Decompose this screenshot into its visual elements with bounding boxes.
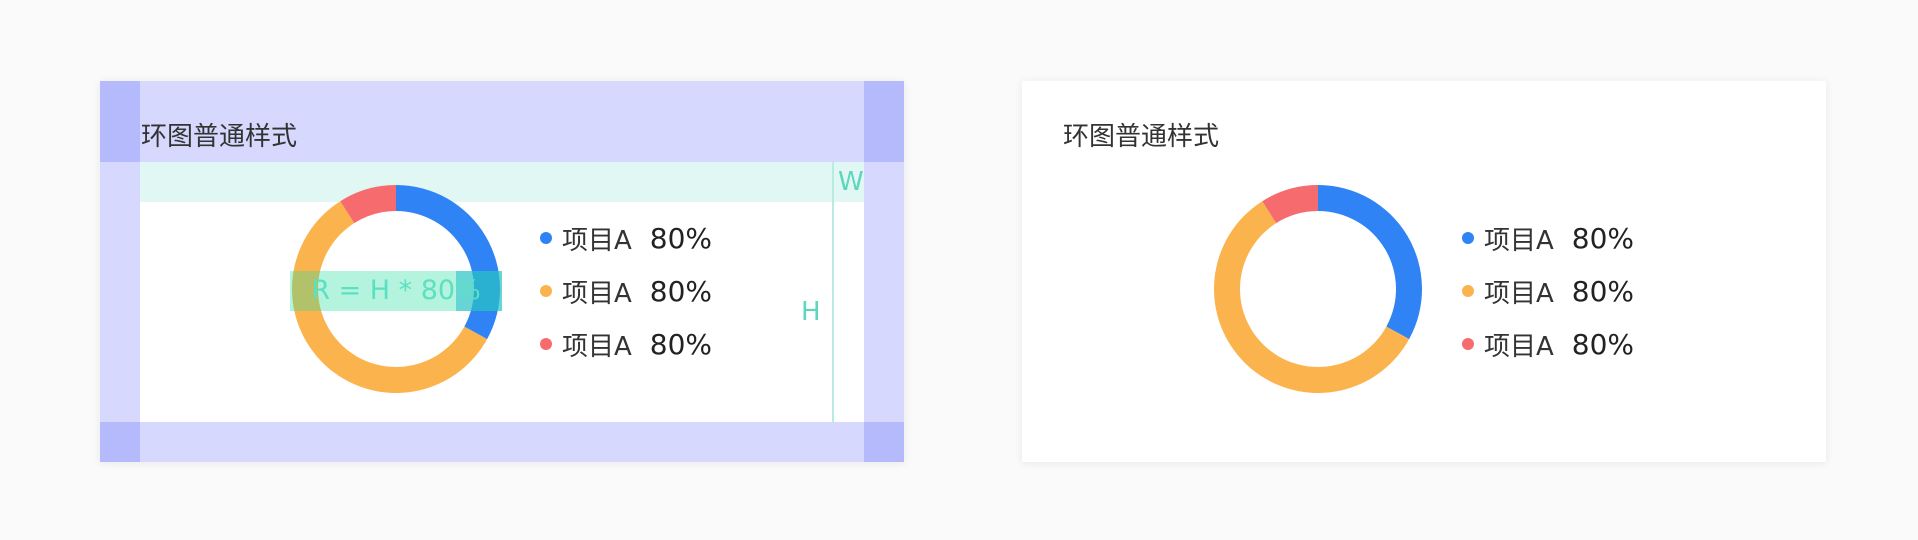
legend-item: 项目A 80%	[1462, 274, 1635, 309]
left-padding-zone	[100, 162, 140, 422]
height-annotation: H	[801, 297, 821, 327]
corner-zone	[864, 81, 904, 162]
legend-item: 项目A 80%	[1462, 221, 1635, 256]
corner-zone	[864, 422, 904, 462]
chart-title: 环图普通样式	[1063, 122, 1220, 152]
legend-label: 项目A	[562, 331, 632, 362]
legend-value: 80%	[649, 274, 713, 308]
title-gap-zone	[140, 162, 864, 202]
radius-formula-label: R = H * 80%	[290, 271, 502, 311]
width-annotation: W	[838, 167, 864, 197]
legend-value: 80%	[1571, 221, 1635, 255]
corner-zone	[100, 422, 140, 462]
legend-label: 项目A	[1484, 331, 1554, 362]
legend-dot-icon	[540, 285, 552, 297]
legend-value: 80%	[1571, 327, 1635, 361]
legend-item: 项目A 80%	[540, 327, 713, 362]
annotated-donut-card: W H 环图普通样式 R = H * 80% 项目A 80% 项目A 80% 项…	[100, 81, 904, 462]
legend-dot-icon	[1462, 285, 1474, 297]
donut-card: 环图普通样式 项目A 80% 项目A 80% 项目A 80%	[1022, 81, 1826, 462]
legend-dot-icon	[1462, 338, 1474, 350]
legend-label: 项目A	[1484, 278, 1554, 309]
bottom-padding-zone	[100, 422, 904, 462]
donut-chart	[1214, 185, 1422, 393]
legend-dot-icon	[540, 232, 552, 244]
legend-item: 项目A 80%	[540, 274, 713, 309]
legend-dot-icon	[540, 338, 552, 350]
legend-value: 80%	[649, 221, 713, 255]
legend-item: 项目A 80%	[1462, 327, 1635, 362]
legend-label: 项目A	[562, 278, 632, 309]
legend-dot-icon	[1462, 232, 1474, 244]
height-measure-line	[832, 162, 834, 422]
legend-item: 项目A 80%	[540, 221, 713, 256]
donut-slice-0	[396, 185, 500, 340]
chart-title: 环图普通样式	[141, 122, 298, 152]
right-padding-zone	[864, 162, 904, 422]
legend-value: 80%	[1571, 274, 1635, 308]
corner-zone	[100, 81, 140, 162]
legend-label: 项目A	[1484, 225, 1554, 256]
donut-slice-0	[1318, 185, 1422, 340]
legend-label: 项目A	[562, 225, 632, 256]
legend-value: 80%	[649, 327, 713, 361]
